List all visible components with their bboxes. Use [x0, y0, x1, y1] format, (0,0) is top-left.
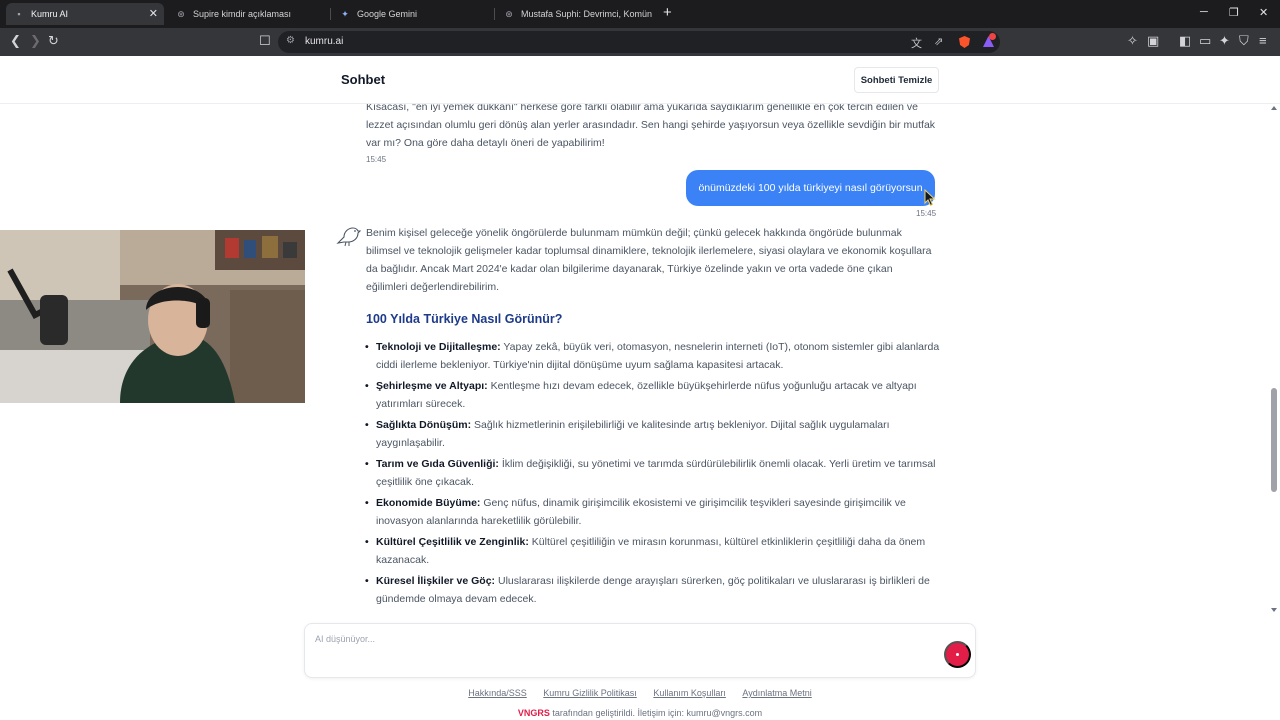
vpn-shield-icon[interactable]: ⛉	[1239, 33, 1249, 49]
list-item-title: Tarım ve Gıda Güvenliği:	[376, 458, 499, 470]
list-item-title: Teknoloji ve Dijitalleşme:	[376, 341, 501, 353]
webcam-overlay	[0, 230, 305, 403]
wallet-icon[interactable]: ▣	[1147, 33, 1159, 49]
ai-message-heading: 100 Yılda Türkiye Nasıl Görünür?	[366, 312, 563, 326]
tab-divider	[494, 8, 495, 20]
user-message: önümüzdeki 100 yılda türkiyeyi nasıl gör…	[686, 170, 935, 206]
chat-scrollbar[interactable]	[1268, 104, 1280, 618]
message-composer	[304, 623, 976, 678]
mouse-cursor-icon	[924, 189, 936, 207]
footer-link-privacy[interactable]: Kumru Gizlilik Politikası	[543, 688, 637, 698]
footer-link-terms[interactable]: Kullanım Koşulları	[653, 688, 726, 698]
openai-icon: ⊛	[177, 8, 185, 19]
tab-title: Mustafa Suphi: Devrimci, Komünist l	[521, 9, 652, 19]
notification-badge	[989, 33, 996, 40]
tab-title: Kumru AI	[31, 9, 69, 19]
list-item: Ekonomide Büyüme: Genç nüfus, dinamik gi…	[364, 494, 940, 530]
list-item: Kültürel Çeşitlilik ve Zenginlik: Kültür…	[364, 533, 940, 569]
scrollbar-thumb[interactable]	[1271, 388, 1277, 492]
wallet-card-icon[interactable]: ▭	[1199, 33, 1211, 49]
footer-links: Hakkında/SSS Kumru Gizlilik Politikası K…	[0, 688, 1280, 698]
ai-message-intro: Benim kişisel geleceğe yönelik öngörüler…	[366, 227, 932, 293]
leo-ai-icon[interactable]: ✦	[1219, 33, 1230, 49]
footer-credit: VNGRS tarafından geliştirildi. İletişim …	[0, 708, 1280, 718]
address-text[interactable]: kumru.ai	[305, 36, 343, 47]
footer-note-text: tarafından geliştirildi. İletişim için: …	[549, 708, 763, 718]
bookmark-icon[interactable]: ☐	[259, 33, 271, 49]
list-item: Şehirleşme ve Altyapı: Kentleşme hızı de…	[364, 377, 940, 413]
list-item-title: Sağlıkta Dönüşüm:	[376, 419, 472, 431]
ai-message-previous: Kısacası, "en iyi yemek dükkanı" herkese…	[366, 104, 936, 149]
tab-kumru-ai[interactable]: ▪ Kumru AI ✕	[6, 3, 164, 25]
message-input[interactable]	[315, 634, 935, 670]
list-item-title: Kültürel Çeşitlilik ve Zenginlik:	[376, 536, 529, 548]
list-item: Sağlıkta Dönüşüm: Sağlık hizmetlerinin e…	[364, 416, 940, 452]
message-timestamp: 15:45	[366, 155, 387, 164]
list-item: Tarım ve Gıda Güvenliği: İklim değişikli…	[364, 455, 940, 491]
browser-tab-strip: ▪ Kumru AI ✕ ⊛ Supire kimdir açıklaması …	[0, 0, 1280, 28]
tab-supire[interactable]: ⊛ Supire kimdir açıklaması	[168, 3, 326, 25]
address-bar[interactable]: ⚙ kumru.ai 文 ⇗	[278, 31, 1000, 53]
site-info-icon[interactable]: ⚙	[286, 35, 295, 46]
gemini-icon: ✦	[341, 8, 349, 19]
scroll-up-arrow-icon[interactable]	[1271, 106, 1277, 110]
list-item-title: Ekonomide Büyüme:	[376, 497, 481, 509]
minimize-icon[interactable]: ─	[1200, 6, 1208, 18]
forward-icon[interactable]: ❯	[30, 33, 41, 49]
restore-icon[interactable]: ❐	[1229, 6, 1239, 19]
translate-icon[interactable]: 文	[911, 35, 922, 51]
kumru-favicon-icon: ▪	[17, 9, 21, 19]
tab-divider	[330, 8, 331, 20]
chat-header: Sohbet Sohbeti Temizle	[0, 56, 1280, 104]
list-item-title: Küresel İlişkiler ve Göç:	[376, 575, 496, 587]
openai-icon: ⊛	[505, 8, 513, 19]
page-title: Sohbet	[341, 72, 386, 87]
list-item: Küresel İlişkiler ve Göç: Uluslararası i…	[364, 572, 940, 608]
footer-link-disclosure[interactable]: Aydınlatma Metni	[742, 688, 811, 698]
scroll-down-arrow-icon[interactable]	[1271, 608, 1277, 612]
share-icon[interactable]: ⇗	[934, 35, 943, 48]
list-item-title: Şehirleşme ve Altyapı:	[376, 380, 488, 392]
reload-icon[interactable]: ↻	[48, 33, 59, 49]
tab-gemini[interactable]: ✦ Google Gemini	[332, 3, 492, 25]
extensions-icon[interactable]: ✧	[1127, 33, 1138, 49]
list-item: Teknoloji ve Dijitalleşme: Yapay zekâ, b…	[364, 338, 940, 374]
tab-mustafa-suphi[interactable]: ⊛ Mustafa Suphi: Devrimci, Komünist l	[496, 3, 652, 25]
close-tab-icon[interactable]: ✕	[149, 7, 158, 20]
footer-link-about[interactable]: Hakkında/SSS	[468, 688, 527, 698]
sidebar-icon[interactable]: ◧	[1179, 33, 1191, 49]
ai-message-list: Teknoloji ve Dijitalleşme: Yapay zekâ, b…	[364, 338, 940, 611]
close-window-icon[interactable]: ✕	[1259, 6, 1268, 19]
send-button[interactable]	[944, 641, 971, 668]
tab-title: Supire kimdir açıklaması	[193, 9, 292, 19]
brave-shield-icon[interactable]	[959, 36, 970, 48]
kumru-bird-icon	[336, 227, 361, 247]
clear-chat-button[interactable]: Sohbeti Temizle	[854, 67, 939, 93]
menu-icon[interactable]: ≡	[1259, 33, 1267, 49]
send-icon	[956, 653, 959, 656]
browser-toolbar: ❮ ❯ ↻ ☐ ⚙ kumru.ai 文 ⇗ ✧ ▣ ◧ ▭ ✦ ⛉ ≡	[0, 28, 1280, 56]
tab-title: Google Gemini	[357, 9, 418, 19]
new-tab-button[interactable]: +	[663, 5, 672, 21]
footer-brand: VNGRS	[517, 708, 550, 718]
back-icon[interactable]: ❮	[10, 33, 21, 49]
message-timestamp: 15:45	[916, 209, 937, 218]
